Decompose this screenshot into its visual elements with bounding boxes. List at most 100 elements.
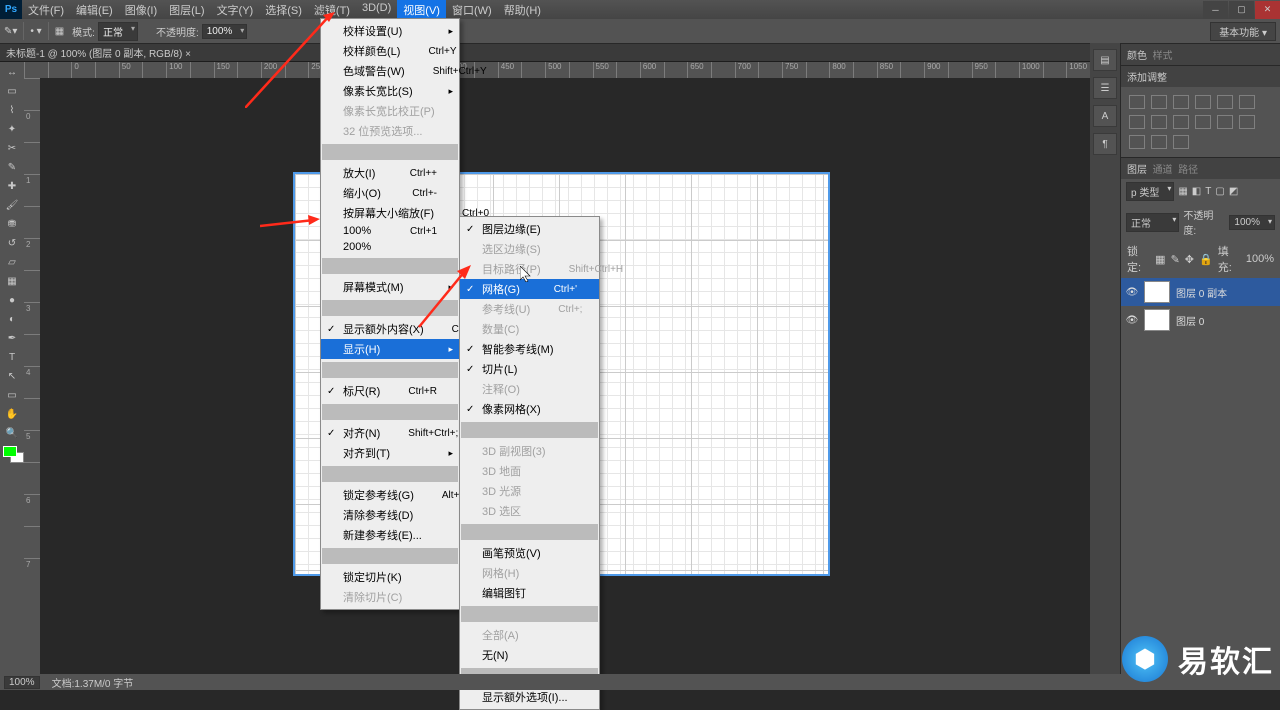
filter-icon-4[interactable]: ▢	[1215, 186, 1224, 197]
menu-item[interactable]: 200%	[321, 239, 459, 255]
menu-item[interactable]: 显示额外选项(I)...	[460, 687, 599, 707]
threshold-icon[interactable]	[1129, 135, 1145, 149]
blend-mode-select[interactable]: 正常	[98, 22, 138, 41]
visibility-icon[interactable]: 👁	[1126, 286, 1138, 298]
filter-icon-5[interactable]: ◩	[1229, 186, 1238, 197]
workspace-switcher[interactable]: 基本功能 ▾	[1210, 22, 1276, 41]
lock-all-icon[interactable]: 🔒	[1199, 253, 1213, 266]
history-panel-icon[interactable]: ▤	[1093, 49, 1117, 71]
layer-filter-type[interactable]: p 类型	[1126, 182, 1174, 201]
zoom-field[interactable]: 100%	[4, 676, 40, 689]
pen-tool[interactable]: ✒	[1, 329, 23, 347]
menu-item[interactable]: 无(N)	[460, 645, 599, 665]
menu-item[interactable]: 校样设置(U)	[321, 21, 459, 41]
tool-preset-icon[interactable]: ✎▾	[4, 26, 17, 37]
eraser-tool[interactable]: ▱	[1, 253, 23, 271]
color-swatch[interactable]	[3, 446, 21, 460]
lock-position-icon[interactable]: ✥	[1185, 253, 1194, 266]
document-tab[interactable]: 未标题-1 @ 100% (图层 0 副本, RGB/8) ×	[0, 44, 1280, 62]
shape-tool[interactable]: ▭	[1, 386, 23, 404]
exposure-icon[interactable]	[1195, 95, 1211, 109]
gradient-tool[interactable]: ▦	[1, 272, 23, 290]
menu-item[interactable]: 像素长宽比(S)	[321, 81, 459, 101]
menu-item[interactable]: 缩小(O)Ctrl+-	[321, 183, 459, 203]
menu-item[interactable]: 放大(I)Ctrl++	[321, 163, 459, 183]
filter-icon-3[interactable]: T	[1205, 186, 1211, 197]
filter-icon-2[interactable]: ◧	[1192, 186, 1201, 197]
path-tool[interactable]: ↖	[1, 367, 23, 385]
menu-5[interactable]: 选择(S)	[259, 0, 308, 21]
filter-icon-1[interactable]: ▦	[1178, 186, 1187, 197]
layer-opacity[interactable]: 100%	[1229, 215, 1275, 230]
colorbalance-icon[interactable]	[1129, 115, 1145, 129]
menu-item[interactable]: 按屏幕大小缩放(F)Ctrl+0	[321, 203, 459, 223]
layer-fill[interactable]: 100%	[1246, 253, 1274, 265]
crop-tool[interactable]: ✂	[1, 139, 23, 157]
menu-0[interactable]: 文件(F)	[22, 0, 70, 21]
type-tool[interactable]: T	[1, 348, 23, 366]
hand-tool[interactable]: ✋	[1, 405, 23, 423]
opacity-field[interactable]: 100%	[202, 24, 248, 39]
menu-item[interactable]: 100%Ctrl+1	[321, 223, 459, 239]
bw-icon[interactable]	[1151, 115, 1167, 129]
layer-blend-mode[interactable]: 正常	[1126, 213, 1179, 232]
blur-tool[interactable]: ●	[1, 291, 23, 309]
menu-item[interactable]: 标尺(R)Ctrl+R	[321, 381, 459, 401]
brush-tool[interactable]: 🖌	[1, 196, 23, 214]
levels-icon[interactable]	[1151, 95, 1167, 109]
menu-item[interactable]: 显示额外内容(X)Ctrl+H	[321, 319, 459, 339]
menu-item[interactable]: 切片(L)	[460, 359, 599, 379]
menu-item[interactable]: 校样颜色(L)Ctrl+Y	[321, 41, 459, 61]
menu-10[interactable]: 帮助(H)	[498, 0, 547, 21]
move-tool[interactable]: ↔	[1, 63, 23, 81]
menu-item[interactable]: 锁定切片(K)	[321, 567, 459, 587]
maximize-button[interactable]: ▢	[1229, 1, 1254, 19]
menu-item[interactable]: 像素网格(X)	[460, 399, 599, 419]
minimize-button[interactable]: ─	[1203, 1, 1228, 19]
layer-row[interactable]: 👁图层 0 副本	[1121, 278, 1280, 306]
paragraph-panel-icon[interactable]: ¶	[1093, 133, 1117, 155]
zoom-tool[interactable]: 🔍	[1, 424, 23, 442]
lock-pixels-icon[interactable]: ✎	[1171, 253, 1180, 266]
close-button[interactable]: ✕	[1255, 1, 1280, 19]
layer-thumbnail[interactable]	[1144, 309, 1170, 331]
layer-row[interactable]: 👁图层 0	[1121, 306, 1280, 334]
menu-item[interactable]: 智能参考线(M)	[460, 339, 599, 359]
wand-tool[interactable]: ✦	[1, 120, 23, 138]
photo-filter-icon[interactable]	[1173, 115, 1189, 129]
menu-item[interactable]: 显示(H)	[321, 339, 459, 359]
marquee-tool[interactable]: ▭	[1, 82, 23, 100]
brush-panel-icon[interactable]: ▦	[55, 26, 64, 37]
menu-3[interactable]: 图层(L)	[163, 0, 210, 21]
menu-1[interactable]: 编辑(E)	[70, 0, 119, 21]
brightness-icon[interactable]	[1129, 95, 1145, 109]
hue-icon[interactable]	[1239, 95, 1255, 109]
lock-transparency-icon[interactable]: ▦	[1155, 253, 1165, 266]
dodge-tool[interactable]: ◐	[1, 310, 23, 328]
selective-color-icon[interactable]	[1173, 135, 1189, 149]
layer-thumbnail[interactable]	[1144, 281, 1170, 303]
menu-item[interactable]: 画笔预览(V)	[460, 543, 599, 563]
invert-icon[interactable]	[1217, 115, 1233, 129]
posterize-icon[interactable]	[1239, 115, 1255, 129]
lasso-tool[interactable]: ⌇	[1, 101, 23, 119]
menu-item[interactable]: 网格(G)Ctrl+'	[460, 279, 599, 299]
channel-mixer-icon[interactable]	[1195, 115, 1211, 129]
curves-icon[interactable]	[1173, 95, 1189, 109]
vibrance-icon[interactable]	[1217, 95, 1233, 109]
brush-heal-tool[interactable]: ✚	[1, 177, 23, 195]
brush-size-icon[interactable]: • ▾	[30, 26, 41, 37]
properties-panel-icon[interactable]: ☰	[1093, 77, 1117, 99]
menu-4[interactable]: 文字(Y)	[211, 0, 260, 21]
layers-panel-tabs[interactable]: 图层 通道 路径	[1121, 157, 1280, 179]
menu-item[interactable]: 屏幕模式(M)	[321, 277, 459, 297]
character-panel-icon[interactable]: A	[1093, 105, 1117, 127]
gradient-map-icon[interactable]	[1151, 135, 1167, 149]
menu-item[interactable]: 编辑图钉	[460, 583, 599, 603]
color-panel-tabs[interactable]: 颜色 样式	[1121, 43, 1280, 65]
stamp-tool[interactable]: ⛃	[1, 215, 23, 233]
visibility-icon[interactable]: 👁	[1126, 314, 1138, 326]
menu-item[interactable]: 图层边缘(E)	[460, 219, 599, 239]
menu-item[interactable]: 对齐到(T)	[321, 443, 459, 463]
menu-2[interactable]: 图像(I)	[119, 0, 163, 21]
